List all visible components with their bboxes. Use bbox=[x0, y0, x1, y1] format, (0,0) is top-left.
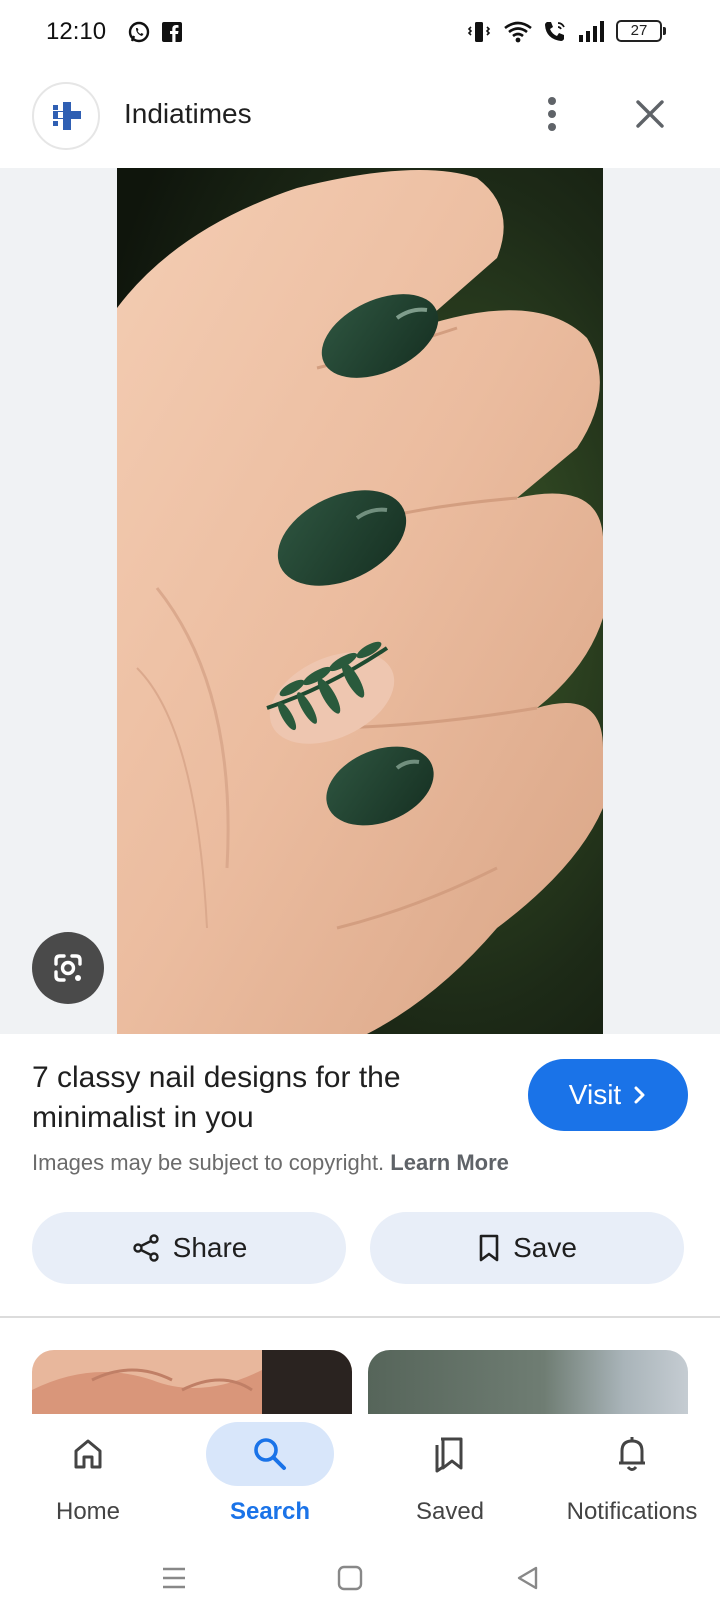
save-label: Save bbox=[513, 1232, 577, 1263]
wifi-calling-icon bbox=[542, 18, 570, 46]
more-options-icon[interactable] bbox=[534, 92, 570, 136]
nav-label-notifications: Notifications bbox=[566, 1498, 698, 1525]
status-bar: 12:10 27 bbox=[0, 0, 720, 64]
nail-photo[interactable] bbox=[117, 168, 603, 1034]
recent-apps-icon[interactable] bbox=[154, 1558, 194, 1598]
facebook-icon bbox=[160, 18, 184, 46]
nav-label-home: Home bbox=[55, 1498, 121, 1525]
nav-label-saved: Saved bbox=[415, 1498, 485, 1525]
nav-item-home[interactable]: Home bbox=[0, 1414, 180, 1544]
learn-more-link[interactable]: Learn More bbox=[390, 1150, 509, 1175]
status-time: 12:10 bbox=[46, 18, 107, 45]
copyright-notice: Images may be subject to copyright. Lear… bbox=[32, 1150, 509, 1176]
nav-item-saved[interactable]: Saved bbox=[362, 1414, 542, 1544]
nav-label-search: Search bbox=[229, 1498, 311, 1525]
chevron-right-icon bbox=[634, 1086, 645, 1104]
indiatimes-logo-icon[interactable] bbox=[32, 82, 100, 150]
bottom-navigation: Home Search Saved Notifications bbox=[0, 1414, 720, 1544]
visit-label: Visit bbox=[568, 1079, 622, 1110]
system-navigation-bar bbox=[0, 1544, 720, 1612]
saved-icon bbox=[386, 1422, 514, 1486]
whatsapp-icon bbox=[126, 18, 152, 46]
visit-button[interactable]: Visit bbox=[528, 1059, 688, 1131]
share-icon bbox=[132, 1234, 159, 1262]
google-lens-icon[interactable] bbox=[32, 932, 104, 1004]
image-viewer bbox=[0, 168, 720, 1034]
save-button[interactable]: Save bbox=[370, 1212, 684, 1284]
search-icon bbox=[206, 1422, 334, 1486]
home-icon bbox=[24, 1422, 152, 1486]
bell-icon bbox=[568, 1422, 696, 1486]
image-title[interactable]: 7 classy nail designs for the minimalist… bbox=[32, 1058, 502, 1138]
copyright-text: Images may be subject to copyright. bbox=[32, 1150, 385, 1175]
divider bbox=[0, 1316, 720, 1318]
back-icon[interactable] bbox=[508, 1558, 548, 1598]
site-name[interactable]: Indiatimes bbox=[124, 98, 252, 130]
header: Indiatimes bbox=[0, 64, 720, 168]
share-label: Share bbox=[172, 1232, 248, 1263]
vibrate-icon bbox=[466, 18, 492, 46]
close-icon[interactable] bbox=[628, 92, 672, 136]
signal-icon bbox=[576, 18, 608, 46]
nav-item-notifications[interactable]: Notifications bbox=[544, 1414, 720, 1544]
share-button[interactable]: Share bbox=[32, 1212, 346, 1284]
home-button-icon[interactable] bbox=[330, 1558, 370, 1598]
battery-indicator: 27 bbox=[616, 20, 666, 42]
bookmark-icon bbox=[479, 1234, 499, 1262]
nav-item-search[interactable]: Search bbox=[182, 1414, 362, 1544]
wifi-icon bbox=[502, 18, 534, 46]
